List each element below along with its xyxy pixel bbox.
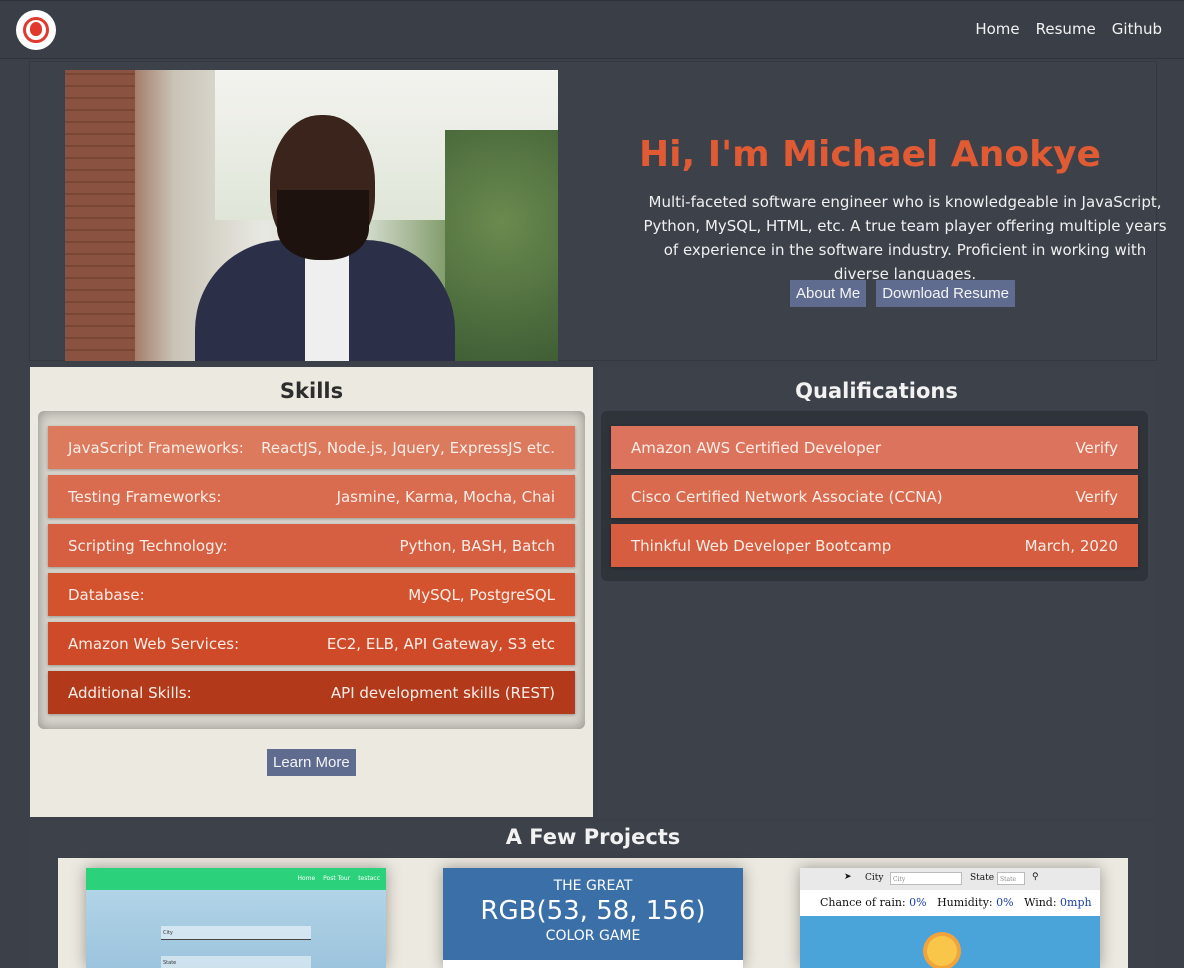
- project-title-line: THE GREAT: [553, 878, 633, 894]
- qualification-label: Thinkful Web Developer Bootcamp: [631, 536, 892, 555]
- skill-row: Scripting Technology: Python, BASH, Batch: [48, 524, 575, 567]
- weather-stats: Chance of rain: 0% Humidity: 0% Wind: 0m…: [800, 890, 1100, 916]
- qualifications-list: Amazon AWS Certified Developer Verify Cis…: [601, 411, 1148, 581]
- skill-value: API development skills (REST): [330, 683, 555, 702]
- project-title-line: RGB(53, 58, 156): [480, 896, 706, 926]
- skill-label: Amazon Web Services:: [68, 634, 240, 653]
- nav-links: Home Resume Github: [975, 20, 1162, 38]
- skills-list: JavaScript Frameworks: ReactJS, Node.js, …: [38, 411, 585, 729]
- weather-search-bar: ➤ City City State State ⚲: [800, 868, 1100, 890]
- hero-section: Hi, I'm Michael Anokye Multi-faceted sof…: [30, 62, 1167, 361]
- skill-value: Python, BASH, Batch: [399, 536, 555, 555]
- project-card-color-game[interactable]: THE GREAT RGB(53, 58, 156) COLOR GAME: [443, 868, 743, 968]
- qualification-row: Cisco Certified Network Associate (CCNA)…: [611, 475, 1138, 518]
- skill-label: JavaScript Frameworks:: [68, 438, 244, 457]
- project-nav-text: Home: [297, 875, 316, 882]
- navbar: Home Resume Github: [0, 0, 1184, 58]
- projects-title: A Few Projects: [505, 825, 681, 849]
- project-card-tour-app[interactable]: Home Post Tour testacc City State: [86, 868, 386, 968]
- skill-value: MySQL, PostgreSQL: [408, 585, 555, 604]
- skill-label: Scripting Technology:: [68, 536, 228, 555]
- skills-title: Skills: [279, 379, 344, 403]
- project-nav-text: testacc: [358, 875, 380, 882]
- project-field: State: [161, 956, 311, 968]
- qualification-row: Thinkful Web Developer Bootcamp March, 20…: [611, 524, 1138, 567]
- download-resume-button[interactable]: Download Resume: [876, 280, 1015, 307]
- sun-icon: [927, 936, 957, 966]
- qualification-label: Amazon AWS Certified Developer: [631, 438, 881, 457]
- skill-value: ReactJS, Node.js, Jquery, ExpressJS etc.: [261, 438, 555, 457]
- nav-home-link[interactable]: Home: [975, 20, 1019, 38]
- project-title-line: COLOR GAME: [545, 928, 641, 944]
- skill-label: Database:: [68, 585, 145, 604]
- skills-panel: Skills JavaScript Frameworks: ReactJS, No…: [30, 367, 593, 817]
- project-card-weather-app[interactable]: ➤ City City State State ⚲ Chance of rain…: [800, 868, 1100, 968]
- location-arrow-icon: ➤: [844, 872, 852, 882]
- skill-row: Database: MySQL, PostgreSQL: [48, 573, 575, 616]
- hero-buttons: About Me Download Resume: [790, 280, 1015, 307]
- skill-row: JavaScript Frameworks: ReactJS, Node.js, …: [48, 426, 575, 469]
- verify-link[interactable]: Verify: [1075, 488, 1118, 506]
- qualification-label: Cisco Certified Network Associate (CCNA): [631, 487, 943, 506]
- skill-value: Jasmine, Karma, Mocha, Chai: [336, 487, 555, 506]
- logo-dot-icon: [30, 22, 42, 36]
- learn-more-button[interactable]: Learn More: [267, 749, 356, 776]
- projects-section: A Few Projects Home Post Tour testacc Ci…: [30, 823, 1156, 968]
- site-logo[interactable]: [16, 10, 56, 50]
- project-nav-text: Post Tour: [323, 875, 351, 882]
- hero-description: Multi-faceted software engineer who is k…: [643, 193, 1167, 283]
- skill-row: Amazon Web Services: EC2, ELB, API Gatewa…: [48, 622, 575, 665]
- nav-github-link[interactable]: Github: [1112, 20, 1162, 38]
- qualification-date: March, 2020: [1024, 536, 1118, 555]
- skill-label: Testing Frameworks:: [68, 487, 222, 506]
- magnifier-icon: ⚲: [1032, 872, 1039, 882]
- qualifications-title: Qualifications: [795, 379, 958, 403]
- projects-carousel: Home Post Tour testacc City State THE GR…: [58, 858, 1128, 968]
- qualifications-panel: Qualifications Amazon AWS Certified Deve…: [597, 367, 1156, 817]
- skill-label: Additional Skills:: [68, 683, 192, 702]
- profile-photo: [65, 70, 558, 361]
- project-field: City: [161, 926, 311, 940]
- skill-row: Additional Skills: API development skills…: [48, 671, 575, 714]
- verify-link[interactable]: Verify: [1075, 439, 1118, 457]
- skill-row: Testing Frameworks: Jasmine, Karma, Mocha…: [48, 475, 575, 518]
- nav-resume-link[interactable]: Resume: [1036, 20, 1096, 38]
- qualification-row: Amazon AWS Certified Developer Verify: [611, 426, 1138, 469]
- hero-title: Hi, I'm Michael Anokye: [639, 134, 1101, 175]
- skill-value: EC2, ELB, API Gateway, S3 etc: [326, 634, 555, 653]
- about-me-button[interactable]: About Me: [790, 280, 867, 307]
